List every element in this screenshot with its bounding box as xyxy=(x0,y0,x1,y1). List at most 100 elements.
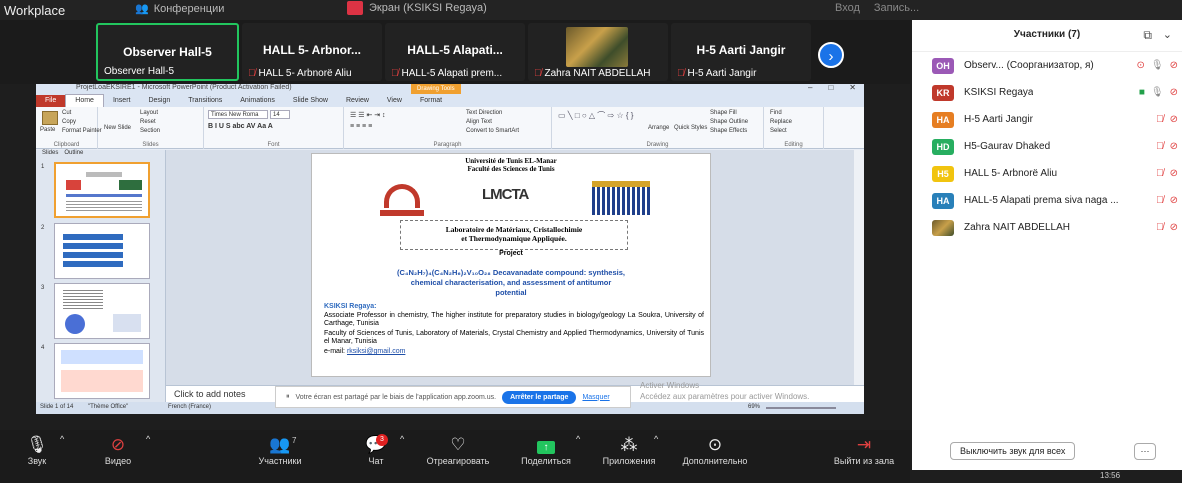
lab-text-box: Laboratoire de Matériaux, Cristallochimi… xyxy=(400,220,628,250)
tab-home[interactable]: Home xyxy=(65,94,104,107)
video-tile[interactable]: Observer Hall-5 Observer Hall-5 xyxy=(96,23,239,81)
section-button[interactable]: Section xyxy=(140,128,160,134)
audio-button[interactable]: 🎙 Звук xyxy=(20,434,54,466)
participant-row[interactable]: KR KSIKSI Regaya ■ 🎙 ⊘ xyxy=(912,79,1182,106)
maximize-icon[interactable]: □ xyxy=(828,84,833,92)
recording-label[interactable]: Запись... xyxy=(874,2,919,14)
affiliation-1: Associate Professor in chemistry, The hi… xyxy=(324,312,704,327)
video-tile[interactable]: 🎙̸ Zahra NAIT ABDELLAH xyxy=(528,23,668,81)
layout-button[interactable]: Layout xyxy=(140,110,158,116)
tab-animations[interactable]: Animations xyxy=(231,95,284,107)
reset-button[interactable]: Reset xyxy=(140,119,156,125)
select-button[interactable]: Select xyxy=(770,128,787,134)
copy-button[interactable]: Copy xyxy=(62,119,76,125)
participant-row[interactable]: HD H5-Gaurav Dhaked 🎙̸ ⊘ xyxy=(912,133,1182,160)
participants-button[interactable]: 👥 7 Участники xyxy=(250,434,310,466)
clipboard-group: Paste Cut Copy Format Painter Clipboard xyxy=(36,107,102,149)
paste-button[interactable]: Paste xyxy=(40,127,55,133)
zoom-slider[interactable] xyxy=(766,407,836,409)
new-slide-button[interactable]: New Slide xyxy=(104,125,131,131)
shape-fill-button[interactable]: Shape Fill xyxy=(710,110,737,116)
panel-more-button[interactable]: ··· xyxy=(1134,443,1156,460)
tab-design[interactable]: Design xyxy=(139,95,179,107)
video-button[interactable]: ⊘ Видео xyxy=(98,434,138,466)
participant-row[interactable]: Zahra NAIT ABDELLAH 🎙̸ ⊘ xyxy=(912,214,1182,241)
tab-file[interactable]: File xyxy=(36,95,66,107)
shape-outline-button[interactable]: Shape Outline xyxy=(710,119,748,125)
font-size-select[interactable]: 14 xyxy=(270,110,290,119)
video-off-icon: ⊘ xyxy=(1169,222,1178,233)
convert-smartart-button[interactable]: Convert to SmartArt xyxy=(466,128,519,134)
text-direction-button[interactable]: Text Direction xyxy=(466,110,502,116)
participant-row[interactable]: HA H-5 Aarti Jangir 🎙̸ ⊘ xyxy=(912,106,1182,133)
hide-link[interactable]: Masquer xyxy=(582,394,609,401)
tile-name: Zahra NAIT ABDELLAH xyxy=(544,68,651,79)
tab-review[interactable]: Review xyxy=(337,95,378,107)
mic-off-icon: 🎙̸ xyxy=(391,68,399,79)
align-text-button[interactable]: Align Text xyxy=(466,119,492,125)
shapes-gallery[interactable]: ▭ ╲ □ ○ △ ⌒ ⇨ ☆ { } xyxy=(558,110,633,121)
tab-format[interactable]: Format xyxy=(411,95,451,107)
video-tile[interactable]: HALL-5 Alapati... 🎙̸ HALL-5 Alapati prem.… xyxy=(385,23,525,81)
video-tile[interactable]: H-5 Aarti Jangir 🎙̸ H-5 Aarti Jangir xyxy=(671,23,811,81)
close-icon[interactable]: ✕ xyxy=(849,84,856,92)
video-tile[interactable]: HALL 5- Arbnor... 🎙̸ HALL 5- Arbnorë Aliu xyxy=(242,23,382,81)
slides-pane: Slides Outline 1 2 3 4 xyxy=(36,150,166,402)
slide-thumbnail[interactable] xyxy=(54,283,150,339)
participant-name: HALL-5 Alapati prema siva naga ... xyxy=(964,195,1119,206)
email-link[interactable]: rksiksi@gmail.com xyxy=(347,348,405,355)
replace-button[interactable]: Replace xyxy=(770,119,792,125)
chat-badge: 3 xyxy=(376,434,388,446)
slide-thumbnail[interactable] xyxy=(54,223,150,279)
share-options-chevron[interactable]: ^ xyxy=(576,434,580,444)
leave-icon: ⇥ xyxy=(856,435,872,454)
align-buttons[interactable]: ≡ ≡ ≡ ≡ xyxy=(350,123,372,130)
format-buttons[interactable]: B I U S abc AV Aa A xyxy=(208,123,273,130)
more-icon: ⊙ xyxy=(707,435,723,454)
conferences-tab[interactable]: 👥 Конференции xyxy=(135,2,224,16)
slide-thumbnail[interactable] xyxy=(54,162,150,218)
apps-options-chevron[interactable]: ^ xyxy=(654,434,658,444)
quick-styles-button[interactable]: Quick Styles xyxy=(674,125,707,131)
video-off-icon: ⊘ xyxy=(1169,60,1178,71)
share-button[interactable]: ↑ Поделиться xyxy=(514,434,578,466)
next-page-button[interactable]: › xyxy=(818,42,844,68)
signin-link[interactable]: Вход xyxy=(835,2,860,14)
tab-outline[interactable]: Outline xyxy=(64,150,83,159)
format-painter-button[interactable]: Format Painter xyxy=(62,128,102,134)
chat-options-chevron[interactable]: ^ xyxy=(400,434,404,444)
list-buttons[interactable]: ☰ ☰ ⇤ ⇥ ↕ xyxy=(350,111,386,119)
share-tab[interactable]: Экран (KSIKSI Regaya) xyxy=(347,1,487,15)
slide-thumbnail[interactable] xyxy=(54,343,150,399)
tile-name: HALL-5 Alapati prem... xyxy=(401,68,503,79)
popout-icon[interactable]: ⧉ xyxy=(1143,20,1152,50)
find-button[interactable]: Find xyxy=(770,110,782,116)
tab-view[interactable]: View xyxy=(378,95,411,107)
minimize-icon[interactable]: – xyxy=(808,84,812,92)
close-panel-icon[interactable]: ⌄ xyxy=(1163,20,1172,50)
shape-effects-button[interactable]: Shape Effects xyxy=(710,128,747,134)
arrange-button[interactable]: Arrange xyxy=(648,125,669,131)
tab-slides[interactable]: Slides xyxy=(42,150,58,159)
chat-button[interactable]: 💬 3 Чат xyxy=(362,434,390,466)
tab-insert[interactable]: Insert xyxy=(104,95,140,107)
participant-name: Observ... (Соорганизатор, я) xyxy=(964,60,1094,71)
more-button[interactable]: ⊙ Дополнительно xyxy=(672,434,758,466)
participant-row[interactable]: HA HALL-5 Alapati prema siva naga ... 🎙̸ ⊘ xyxy=(912,187,1182,214)
video-options-chevron[interactable]: ^ xyxy=(146,434,150,444)
mute-all-button[interactable]: Выключить звук для всех xyxy=(950,442,1076,460)
panel-title: Участники (7) xyxy=(1013,29,1081,40)
audio-options-chevron[interactable]: ^ xyxy=(60,434,64,444)
current-slide[interactable]: Université de Tunis EL-Manar Faculté des… xyxy=(311,153,711,377)
participant-row[interactable]: OH Observ... (Соорганизатор, я) ⊙ 🎙 ⊘ xyxy=(912,52,1182,79)
stop-sharing-button[interactable]: Arrêter le partage xyxy=(502,390,577,404)
cut-button[interactable]: Cut xyxy=(62,110,71,116)
font-name-select[interactable]: Times New Roma xyxy=(208,110,268,119)
participant-row[interactable]: H5 HALL 5- Arbnorë Aliu 🎙̸ ⊘ xyxy=(912,160,1182,187)
apps-button[interactable]: ⁂ Приложения xyxy=(596,434,662,466)
react-button[interactable]: ♡ Отреагировать xyxy=(420,434,496,466)
tab-transitions[interactable]: Transitions xyxy=(179,95,231,107)
leave-room-button[interactable]: ⇥ Выйти из зала xyxy=(826,434,902,466)
vertical-scrollbar[interactable] xyxy=(854,150,864,385)
tab-slideshow[interactable]: Slide Show xyxy=(284,95,337,107)
